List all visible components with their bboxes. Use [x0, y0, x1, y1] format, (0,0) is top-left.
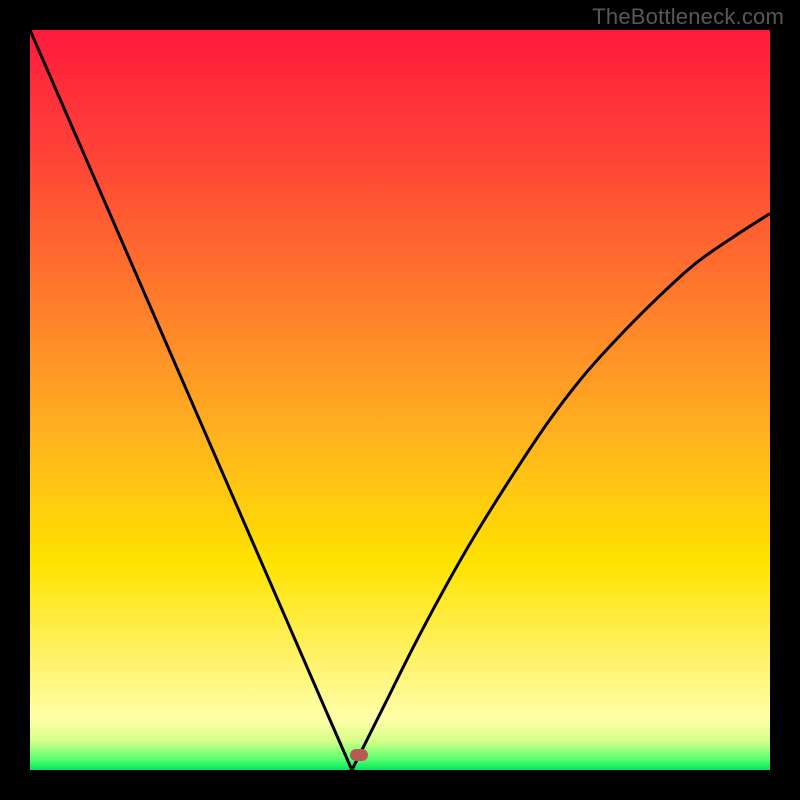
bottleneck-curve: [30, 30, 770, 770]
plot-area: [30, 30, 770, 770]
watermark-text: TheBottleneck.com: [592, 4, 784, 30]
curve-layer: [30, 30, 770, 770]
chart-frame: TheBottleneck.com: [0, 0, 800, 800]
minimum-marker: [350, 749, 368, 761]
